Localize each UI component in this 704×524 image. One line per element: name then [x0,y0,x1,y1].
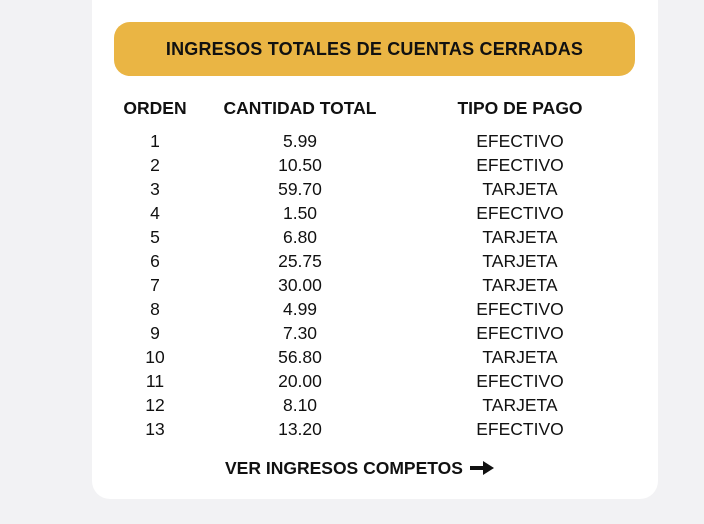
tipo-de-pago-cell: TARJETA [482,275,558,295]
cantidad-total-cell: 25.75 [278,251,322,271]
orden-cell: 8 [150,299,160,319]
income-table: ORDEN CANTIDAD TOTAL TIPO DE PAGO 1 5.99 E… [110,95,640,441]
orden-cell: 1 [150,131,160,151]
view-full-income-label: VER INGRESOS COMPETOS [225,457,463,478]
table-header-row: ORDEN CANTIDAD TOTAL TIPO DE PAGO [110,95,640,121]
column-header-cantidad-total: CANTIDAD TOTAL [223,98,377,118]
tipo-de-pago-cell: EFECTIVO [476,203,564,223]
table-row: 2 10.50 EFECTIVO [110,153,640,177]
table-row: 11 20.00 EFECTIVO [110,369,640,393]
tipo-de-pago-cell: EFECTIVO [476,299,564,319]
table-row: 7 30.00 TARJETA [110,273,640,297]
arrow-right-icon [469,461,494,475]
tipo-de-pago-cell: TARJETA [482,227,558,247]
tipo-de-pago-cell: TARJETA [482,251,558,271]
table-row: 5 6.80 TARJETA [110,225,640,249]
tipo-de-pago-cell: TARJETA [482,347,558,367]
tipo-de-pago-cell: EFECTIVO [476,155,564,175]
table-row: 3 59.70 TARJETA [110,177,640,201]
table-row: 10 56.80 TARJETA [110,345,640,369]
orden-cell: 13 [145,419,165,439]
cantidad-total-cell: 59.70 [278,179,322,199]
table-body: 1 5.99 EFECTIVO 2 10.50 EFECTIVO 3 59.70 TARJETA… [110,121,640,441]
cantidad-total-cell: 8.10 [282,395,318,415]
tipo-de-pago-cell: TARJETA [482,395,558,415]
tipo-de-pago-cell: EFECTIVO [476,323,564,343]
cantidad-total-cell: 10.50 [278,155,322,175]
cantidad-total-cell: 30.00 [278,275,322,295]
tipo-de-pago-cell: TARJETA [482,179,558,199]
cantidad-total-cell: 5.99 [282,131,318,151]
orden-cell: 10 [145,347,165,367]
tipo-de-pago-cell: EFECTIVO [476,419,564,439]
cantidad-total-cell: 7.30 [282,323,318,343]
view-full-income-link[interactable]: VER INGRESOS COMPETOS [225,454,494,482]
orden-cell: 11 [145,371,165,391]
tipo-de-pago-cell: EFECTIVO [476,131,564,151]
orden-cell: 3 [150,179,160,199]
orden-cell: 6 [150,251,160,271]
table-row: 12 8.10 TARJETA [110,393,640,417]
table-row: 8 4.99 EFECTIVO [110,297,640,321]
cantidad-total-cell: 6.80 [282,227,318,247]
orden-cell: 4 [150,203,160,223]
orden-cell: 2 [150,155,160,175]
table-row: 1 5.99 EFECTIVO [110,121,640,153]
table-row: 6 25.75 TARJETA [110,249,640,273]
column-header-orden: ORDEN [123,98,187,118]
cantidad-total-cell: 1.50 [282,203,318,223]
table-row: 9 7.30 EFECTIVO [110,321,640,345]
orden-cell: 9 [150,323,160,343]
orden-cell: 7 [150,275,160,295]
column-header-tipo-de-pago: TIPO DE PAGO [457,98,583,118]
table-row: 13 13.20 EFECTIVO [110,417,640,441]
cantidad-total-cell: 20.00 [278,371,322,391]
page-title-text: INGRESOS TOTALES DE CUENTAS CERRADAS [165,38,584,59]
cantidad-total-cell: 4.99 [282,299,318,319]
orden-cell: 12 [145,395,165,415]
cantidad-total-cell: 13.20 [278,419,322,439]
cantidad-total-cell: 56.80 [278,347,322,367]
page-title: INGRESOS TOTALES DE CUENTAS CERRADAS [114,22,635,76]
orden-cell: 5 [150,227,160,247]
tipo-de-pago-cell: EFECTIVO [476,371,564,391]
table-row: 4 1.50 EFECTIVO [110,201,640,225]
